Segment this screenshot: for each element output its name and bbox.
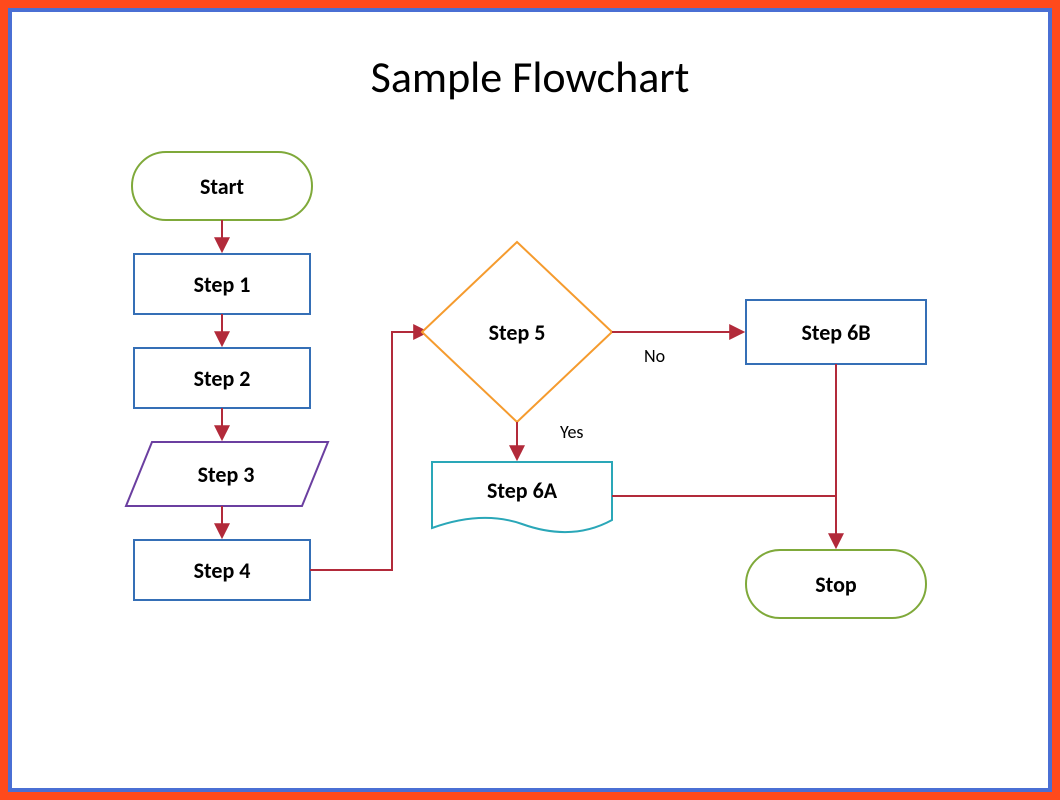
- flowchart-canvas: Sample Flowchart Start Step 1 Step 2 Ste…: [8, 8, 1052, 792]
- stop-label: Stop: [815, 571, 857, 598]
- edge-yes-label: Yes: [560, 421, 583, 443]
- step6a-label: Step 6A: [487, 477, 558, 504]
- arrow-step4-step5: [310, 332, 426, 570]
- step5-label: Step 5: [489, 319, 546, 346]
- step1-label: Step 1: [194, 271, 251, 298]
- step4-label: Step 4: [194, 557, 251, 584]
- page-title: Sample Flowchart: [371, 50, 690, 104]
- edge-no-label: No: [644, 345, 665, 367]
- start-label: Start: [200, 173, 244, 200]
- step6b-label: Step 6B: [801, 319, 870, 346]
- outer-border: Sample Flowchart Start Step 1 Step 2 Ste…: [0, 0, 1060, 800]
- flowchart-svg: Sample Flowchart Start Step 1 Step 2 Ste…: [12, 12, 1048, 788]
- step3-label: Step 3: [198, 461, 255, 488]
- step2-label: Step 2: [194, 365, 251, 392]
